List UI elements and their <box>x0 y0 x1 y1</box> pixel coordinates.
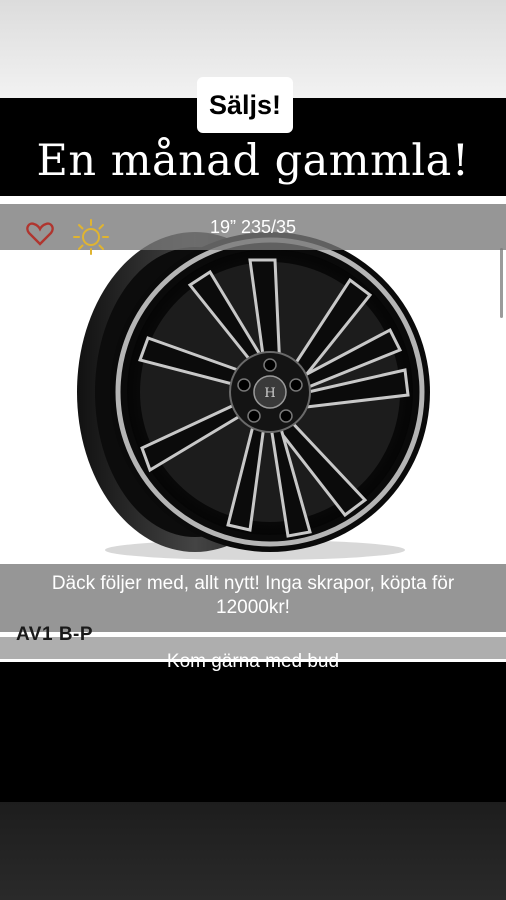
headline-text: En månad gammla! <box>36 136 470 186</box>
brand-model-label: AV1 B-P <box>16 624 94 645</box>
svg-text:H: H <box>264 386 275 401</box>
call-to-action-text: Kom gärna med bud <box>166 651 340 672</box>
bottom-gray-area <box>0 802 506 900</box>
size-caption: 19” 235/35 <box>209 217 297 237</box>
description-text: Däck följer med, allt nytt! Inga skrapor… <box>51 573 455 618</box>
sale-sticker: Säljs! <box>197 77 294 133</box>
scrollbar[interactable] <box>500 248 503 318</box>
bottom-black-area <box>0 662 506 802</box>
wheel-image: H <box>77 232 430 560</box>
